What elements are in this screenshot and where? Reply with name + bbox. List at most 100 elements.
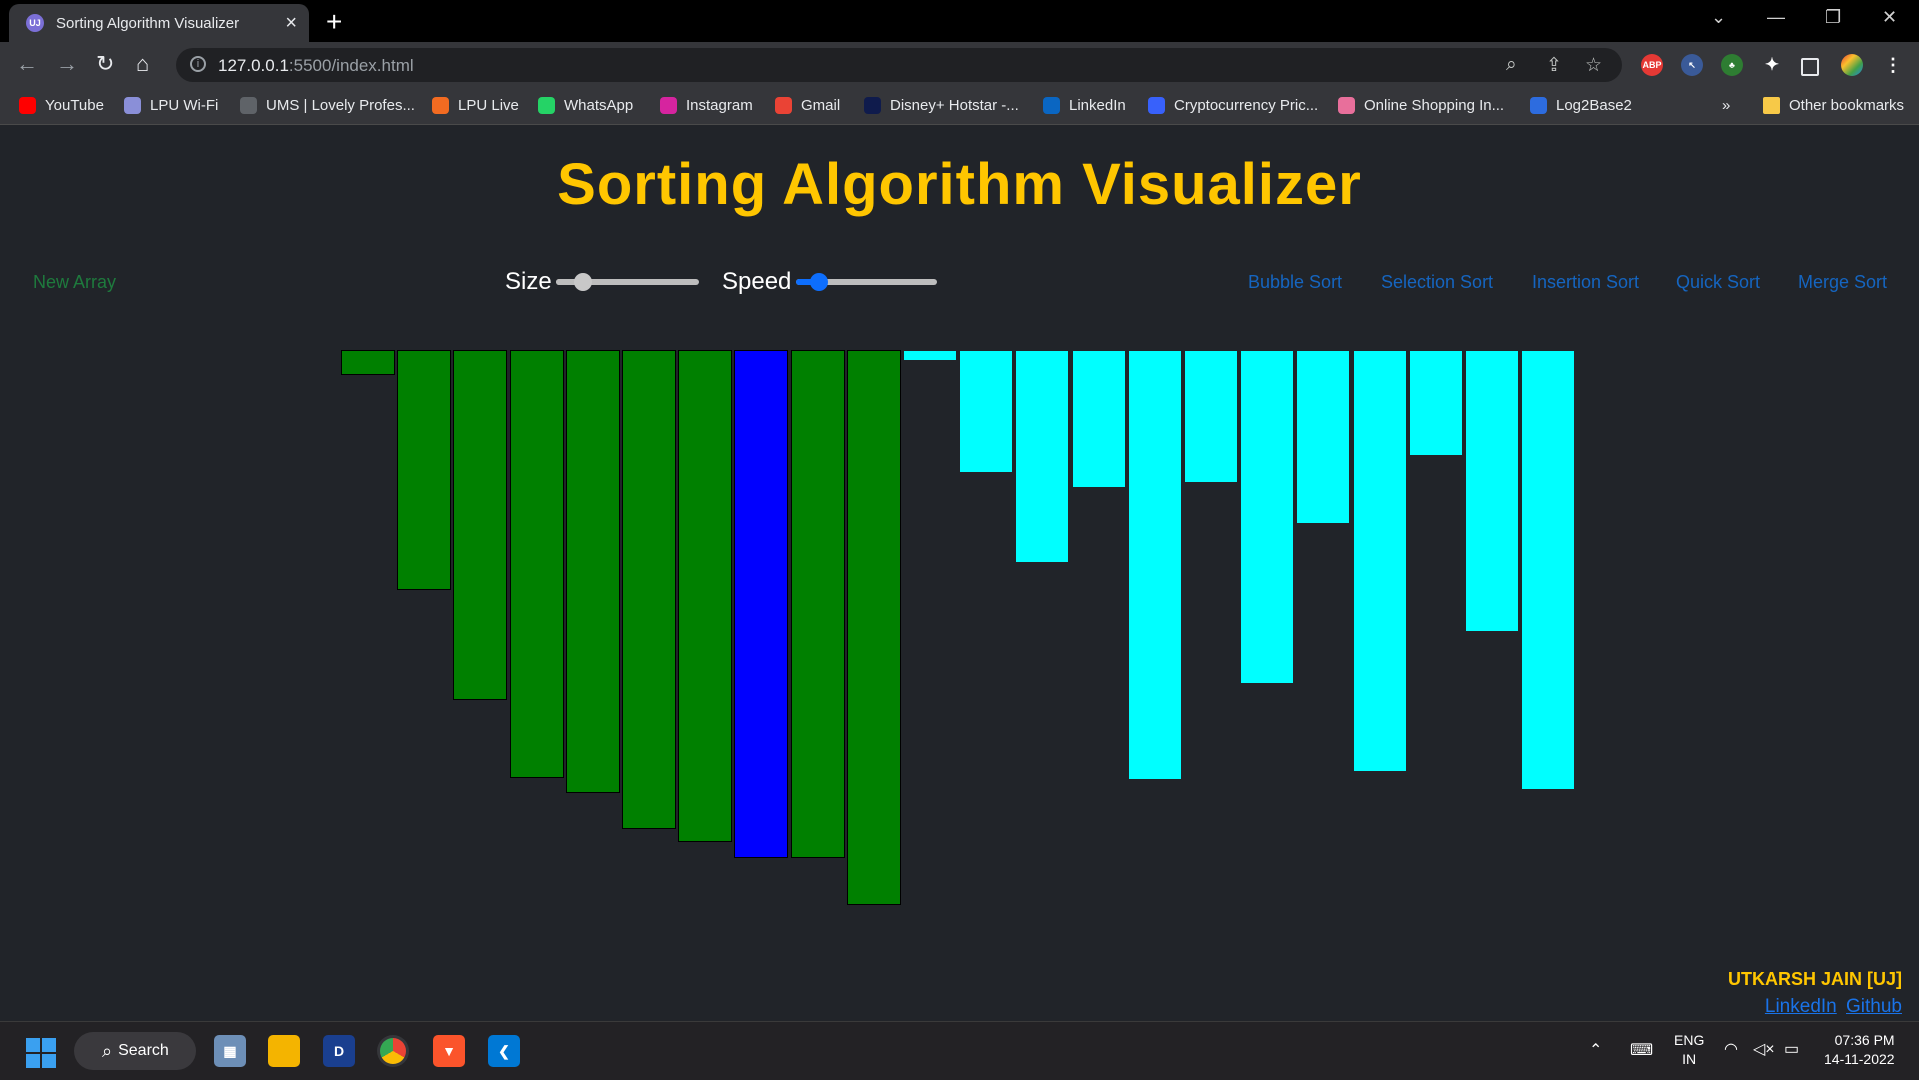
zoom-icon[interactable]: ⌕ <box>1506 54 1517 76</box>
reload-icon[interactable]: ↻ <box>96 51 114 77</box>
selection-sort-button[interactable]: Selection Sort <box>1381 272 1493 293</box>
other-bookmarks-label: Other bookmarks <box>1789 97 1905 114</box>
forward-icon[interactable]: → <box>56 51 78 77</box>
bookmark-label: Log2Base2 <box>1556 97 1632 114</box>
dolby-app-icon[interactable]: D <box>323 1035 355 1067</box>
bookmark-item[interactable]: Instagram <box>660 97 753 114</box>
profile-avatar[interactable] <box>1841 54 1863 76</box>
tray-overflow-icon[interactable]: ⌃ <box>1589 1040 1602 1060</box>
array-bar-sorted <box>453 350 507 700</box>
browser-toolbar: ← → ↻ ⌂ i 127.0.0.1:5500/index.html ⌕ ⇪ … <box>0 42 1919 90</box>
quick-sort-button[interactable]: Quick Sort <box>1676 272 1760 293</box>
minimize-icon[interactable]: — <box>1767 7 1785 28</box>
tab-search-chevron-icon[interactable]: ⌄ <box>1711 7 1726 28</box>
bookmark-item[interactable]: Cryptocurrency Pric... <box>1148 97 1318 114</box>
bookmark-item[interactable]: Disney+ Hotstar -... <box>864 97 1019 114</box>
wifi-icon[interactable]: ◠ <box>1724 1039 1738 1059</box>
windows-taskbar: ⌕ Search ▦ D ▼ ❮ ⌃ ⌨ ENG IN ◠ ◁× ▭ 07:36… <box>0 1021 1919 1080</box>
bookmark-item[interactable]: LinkedIn <box>1043 97 1126 114</box>
tab-close-icon[interactable]: × <box>285 12 297 35</box>
bookmark-item[interactable]: WhatsApp <box>538 97 633 114</box>
menu-kebab-icon[interactable]: ⋮ <box>1882 54 1904 76</box>
clock-date: 14-11-2022 <box>1824 1051 1895 1067</box>
page-title: Sorting Algorithm Visualizer <box>557 152 1362 217</box>
author-name: UTKARSH JAIN [UJ] <box>1727 969 1902 989</box>
bookmark-item[interactable]: LPU Live <box>432 97 519 114</box>
extensions-puzzle-icon[interactable]: ✦ <box>1761 54 1783 76</box>
adblock-plus-icon[interactable]: ABP <box>1641 54 1663 76</box>
side-panel-icon[interactable] <box>1801 58 1819 76</box>
speed-slider-thumb[interactable] <box>810 273 828 291</box>
brave-app-icon[interactable]: ▼ <box>433 1035 465 1067</box>
bookmarks-bar: YouTube LPU Wi-Fi UMS | Lovely Profes... LP… <box>0 90 1919 125</box>
tab-title: Sorting Algorithm Visualizer <box>56 14 240 32</box>
windows-start-icon[interactable] <box>26 1038 56 1068</box>
bookmark-star-icon[interactable]: ☆ <box>1585 54 1602 77</box>
chrome-app-icon[interactable] <box>377 1035 409 1067</box>
array-bar-unsorted <box>1072 350 1126 488</box>
array-bar-unsorted <box>1353 350 1407 772</box>
bookmark-item[interactable]: Online Shopping In... <box>1338 97 1504 114</box>
site-info-icon[interactable]: i <box>190 56 206 72</box>
new-array-button[interactable]: New Array <box>33 272 116 293</box>
whatsapp-icon <box>538 97 555 114</box>
array-bar-unsorted <box>1521 350 1575 790</box>
size-slider[interactable] <box>556 273 699 291</box>
taskbar-search-label: Search <box>118 1042 169 1059</box>
wifi-cloud-icon <box>124 97 141 114</box>
array-bar-sorted <box>566 350 620 793</box>
back-icon[interactable]: ← <box>16 51 38 77</box>
other-bookmarks[interactable]: Other bookmarks <box>1763 97 1904 114</box>
share-icon[interactable]: ⇪ <box>1546 54 1562 77</box>
hotstar-icon <box>864 97 881 114</box>
address-bar[interactable]: i 127.0.0.1:5500/index.html ⌕ ⇪ ☆ <box>176 48 1622 82</box>
tree-extension-icon[interactable]: ♣ <box>1721 54 1743 76</box>
home-icon[interactable]: ⌂ <box>136 51 149 77</box>
linkedin-link[interactable]: LinkedIn <box>1765 996 1837 1017</box>
bubble-sort-button[interactable]: Bubble Sort <box>1248 272 1342 293</box>
bookmark-item[interactable]: Gmail <box>775 97 840 114</box>
insertion-sort-button[interactable]: Insertion Sort <box>1532 272 1639 293</box>
bookmark-item[interactable]: Log2Base2 <box>1530 97 1632 114</box>
address-url: 127.0.0.1:5500/index.html <box>218 56 414 75</box>
array-bar-current <box>734 350 788 858</box>
bookmark-item[interactable]: UMS | Lovely Profes... <box>240 97 415 114</box>
restore-icon[interactable]: ❐ <box>1825 7 1841 28</box>
bookmark-label: Disney+ Hotstar -... <box>890 97 1019 114</box>
globe-icon <box>240 97 257 114</box>
array-bar-sorted <box>678 350 732 842</box>
bookmark-label: Online Shopping In... <box>1364 97 1505 114</box>
speaker-muted-icon[interactable]: ◁× <box>1753 1039 1775 1059</box>
file-explorer-icon[interactable] <box>268 1035 300 1067</box>
array-bar-unsorted <box>1409 350 1463 456</box>
vscode-app-icon[interactable]: ❮ <box>488 1035 520 1067</box>
size-slider-thumb[interactable] <box>574 273 592 291</box>
array-bar-sorted <box>847 350 901 905</box>
github-link[interactable]: Github <box>1846 996 1902 1017</box>
array-bar-sorted <box>397 350 451 590</box>
bookmarks-overflow-icon[interactable]: » <box>1722 97 1730 114</box>
battery-icon[interactable]: ▭ <box>1784 1039 1799 1059</box>
visualizer-page: Sorting Algorithm Visualizer New Array S… <box>0 125 1919 1021</box>
browser-tab-strip: UJ Sorting Algorithm Visualizer × + ⌄ — … <box>0 0 1919 42</box>
language-indicator[interactable]: ENG IN <box>1674 1031 1704 1069</box>
bookmark-label: Gmail <box>801 97 841 114</box>
speed-slider[interactable] <box>796 273 937 291</box>
photos-app-icon[interactable]: ▦ <box>214 1035 246 1067</box>
bookmark-item[interactable]: LPU Wi-Fi <box>124 97 218 114</box>
speed-label: Speed <box>722 268 792 295</box>
close-window-icon[interactable]: ✕ <box>1882 7 1897 28</box>
size-label: Size <box>505 268 552 295</box>
browser-tab[interactable]: UJ Sorting Algorithm Visualizer × <box>9 4 309 42</box>
cursor-extension-icon[interactable]: ↖ <box>1681 54 1703 76</box>
bookmark-item[interactable]: YouTube <box>19 97 104 114</box>
language-code: ENG <box>1674 1032 1705 1048</box>
merge-sort-button[interactable]: Merge Sort <box>1798 272 1887 293</box>
keyboard-icon[interactable]: ⌨ <box>1630 1040 1653 1060</box>
clock[interactable]: 07:36 PM 14-11-2022 <box>1824 1031 1895 1069</box>
array-bar-unsorted <box>1240 350 1294 684</box>
instagram-icon <box>660 97 677 114</box>
taskbar-search[interactable]: ⌕ Search <box>74 1032 196 1070</box>
new-tab-icon[interactable]: + <box>326 6 342 38</box>
bookmark-label: UMS | Lovely Profes... <box>266 97 415 114</box>
